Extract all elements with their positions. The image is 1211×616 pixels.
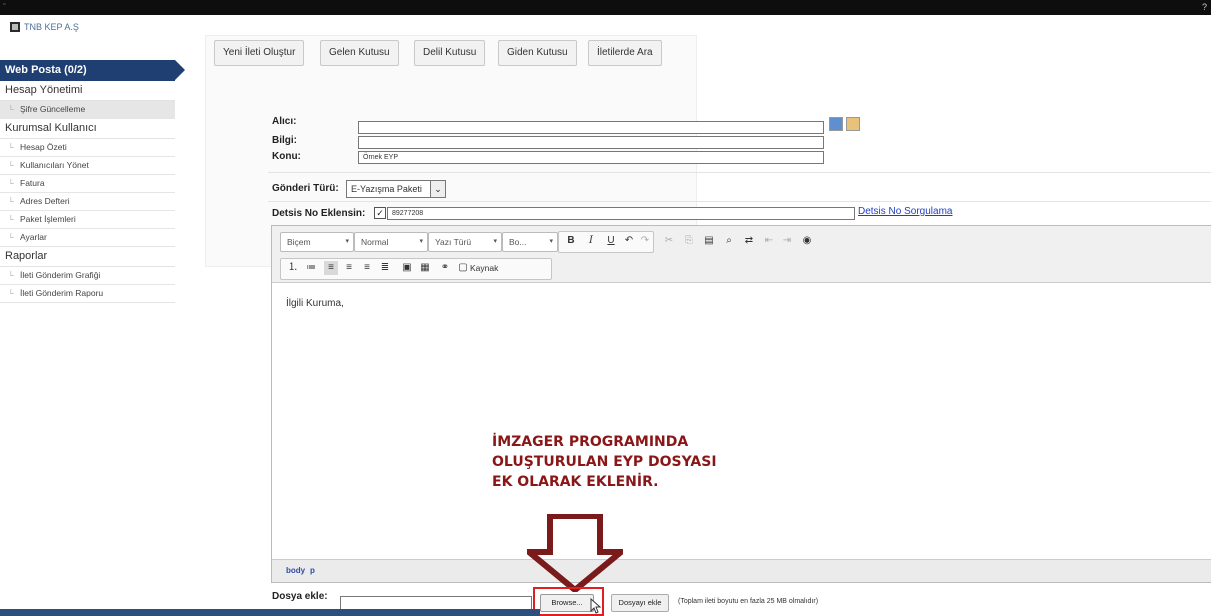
sidebar-item-ileti-gonderim-grafigi[interactable]: İleti Gönderim Grafiği (0, 267, 175, 285)
detsis-label: Detsis No Eklensin: (272, 208, 366, 219)
indent-icon[interactable]: ⇥ (780, 234, 794, 248)
contact-picker-icon[interactable] (846, 117, 860, 131)
image-icon[interactable]: ▣ (400, 261, 414, 275)
subject-field[interactable]: Örnek EYP (358, 151, 824, 164)
annotation-line-2: OLUŞTURULAN EYP DOSYASI (492, 454, 717, 470)
message-editor: Biçem Normal Yazı Türü Bo... B I U ↶ ↷ ✂… (271, 225, 1211, 583)
instruction-annotation: İMZAGER PROGRAMINDA OLUŞTURULAN EYP DOSY… (492, 432, 792, 492)
replace-icon[interactable]: ⇄ (742, 234, 756, 248)
sidebar-item-fatura[interactable]: Fatura (0, 175, 175, 193)
cut-icon[interactable]: ✂ (662, 234, 676, 248)
down-arrow-icon (527, 514, 623, 592)
align-left-icon[interactable]: ≡ (324, 261, 338, 275)
taskbar-strip (0, 609, 540, 616)
format-combo[interactable]: Biçem (280, 232, 354, 252)
new-message-button[interactable]: Yeni İleti Oluştur (214, 40, 305, 66)
outbox-button[interactable]: Giden Kutusu (498, 40, 577, 66)
inbox-button[interactable]: Gelen Kutusu (320, 40, 399, 66)
window-title-fragment: ▫ (3, 1, 6, 8)
cc-label: Bilgi: (272, 135, 297, 146)
path-body[interactable]: body (286, 566, 305, 575)
numbered-list-icon[interactable]: ⒈ (286, 261, 300, 275)
add-file-button[interactable]: Dosyayı ekle (611, 594, 669, 612)
style-combo[interactable]: Normal (354, 232, 428, 252)
to-label: Alıcı: (272, 116, 297, 127)
window-title-bar: ▫ ? (0, 0, 1211, 15)
annotation-line-3: EK OLARAK EKLENİR. (492, 474, 659, 490)
underline-icon[interactable]: U (604, 234, 618, 248)
attachment-file-field[interactable] (340, 596, 532, 610)
annotation-line-1: İMZAGER PROGRAMINDA (492, 434, 689, 450)
source-icon[interactable]: ▢ (456, 261, 470, 275)
sidebar-item-paket-islemleri[interactable]: Paket İşlemleri (0, 211, 175, 229)
divider (268, 201, 1211, 202)
redo-icon[interactable]: ↷ (638, 234, 652, 248)
sidebar-item-adres-defteri[interactable]: Adres Defteri (0, 193, 175, 211)
sidebar-item-ayarlar[interactable]: Ayarlar (0, 229, 175, 247)
find-icon[interactable]: ⌕ (722, 234, 736, 248)
logo-text: TNB KEP A.Ş (24, 22, 79, 32)
sidebar-item-ileti-gonderim-raporu[interactable]: İleti Gönderim Raporu (0, 285, 175, 303)
editor-status-bar: body p (272, 559, 1211, 582)
logo-icon (10, 22, 20, 32)
detsis-checkbox[interactable]: ✓ (374, 207, 386, 219)
subject-label: Konu: (272, 151, 301, 162)
size-limit-note: (Toplam ileti boyutu en fazla 25 MB olma… (678, 598, 819, 605)
sidebar-item-web-posta[interactable]: Web Posta (0/2) (0, 60, 185, 81)
app-logo[interactable]: TNB KEP A.Ş (10, 22, 79, 32)
source-label[interactable]: Kaynak (470, 263, 498, 273)
paste-icon[interactable]: ▤ (702, 234, 716, 248)
chevron-down-icon[interactable]: ⌄ (430, 180, 446, 198)
sidebar-item-hesap-ozeti[interactable]: Hesap Özeti (0, 139, 175, 157)
mouse-cursor-icon (590, 598, 602, 614)
path-p[interactable]: p (310, 566, 315, 575)
sidebar: Web Posta (0/2) Hesap Yönetimi Şifre Gün… (0, 60, 185, 303)
italic-icon[interactable]: I (584, 234, 598, 248)
align-right-icon[interactable]: ≡ (360, 261, 374, 275)
editor-body-text[interactable]: İlgili Kuruma, (286, 298, 344, 309)
align-center-icon[interactable]: ≡ (342, 261, 356, 275)
to-field[interactable] (358, 121, 824, 134)
font-combo[interactable]: Yazı Türü (428, 232, 502, 252)
sidebar-section-hesap-yonetimi[interactable]: Hesap Yönetimi (0, 81, 175, 101)
spellcheck-icon[interactable]: ◉ (800, 234, 814, 248)
bold-icon[interactable]: B (564, 234, 578, 248)
sidebar-item-sifre-guncelleme[interactable]: Şifre Güncelleme (0, 101, 175, 119)
outdent-icon[interactable]: ⇤ (762, 234, 776, 248)
attachment-label: Dosya ekle: (272, 591, 328, 602)
sidebar-item-kullanicilari-yonet[interactable]: Kullanıcıları Yönet (0, 157, 175, 175)
send-type-select[interactable]: E-Yazışma Paketi (346, 180, 438, 198)
corner-mark: ? (1201, 2, 1207, 12)
cc-field[interactable] (358, 136, 824, 149)
link-icon[interactable]: ⚭ (438, 261, 452, 275)
address-book-icon[interactable] (829, 117, 843, 131)
paragraph-group (280, 258, 552, 280)
divider (268, 172, 1211, 173)
detsis-lookup-link[interactable]: Detsis No Sorgulama (858, 206, 952, 217)
size-combo[interactable]: Bo... (502, 232, 558, 252)
search-messages-button[interactable]: İletilerde Ara (588, 40, 662, 66)
sidebar-section-kurumsal-kullanici[interactable]: Kurumsal Kullanıcı (0, 119, 175, 139)
sidebar-section-raporlar[interactable]: Raporlar (0, 247, 175, 267)
evidence-box-button[interactable]: Delil Kutusu (414, 40, 486, 66)
justify-icon[interactable]: ≣ (378, 261, 392, 275)
send-type-label: Gönderi Türü: (272, 183, 339, 194)
undo-icon[interactable]: ↶ (622, 234, 636, 248)
bullet-list-icon[interactable]: ≔ (304, 261, 318, 275)
table-icon[interactable]: ▦ (418, 261, 432, 275)
editor-toolbar: Biçem Normal Yazı Türü Bo... B I U ↶ ↷ ✂… (272, 226, 1211, 283)
copy-icon[interactable]: ⎘ (682, 234, 696, 248)
detsis-number-field[interactable]: 89277208 (387, 207, 855, 220)
